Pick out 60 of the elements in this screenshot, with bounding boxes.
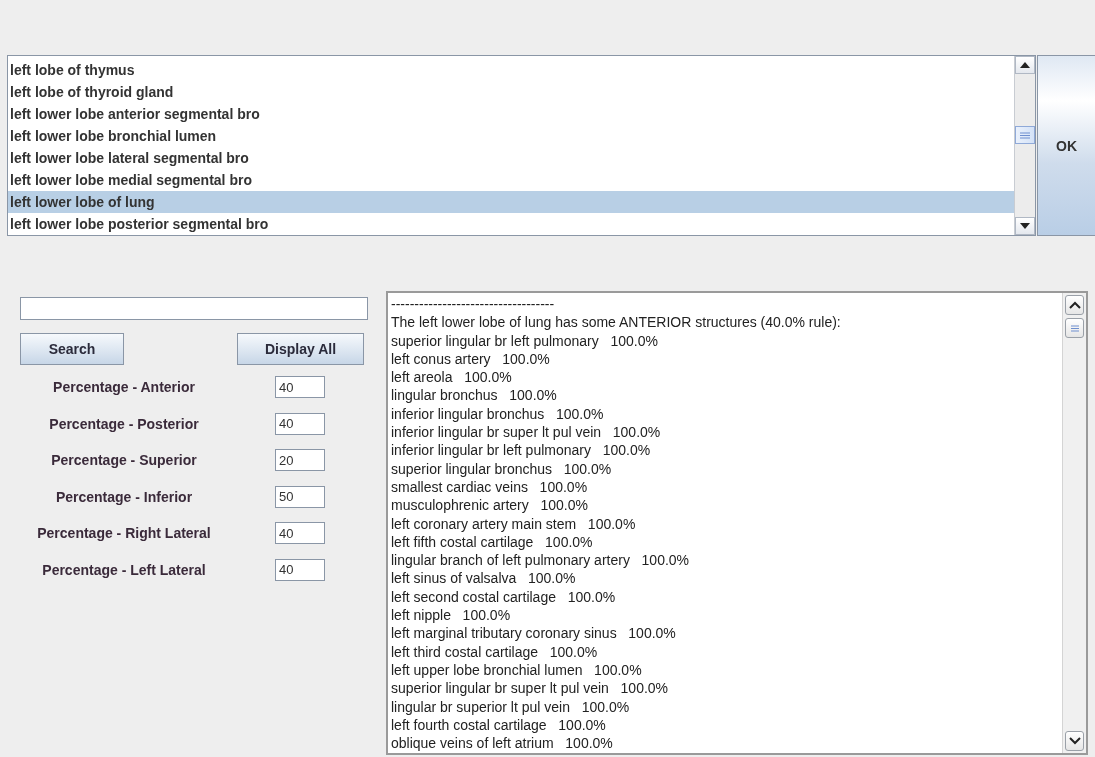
result-line: left conus artery 100.0% bbox=[391, 349, 551, 369]
percentage-field[interactable]: 40 bbox=[275, 558, 325, 581]
result-line: left upper lobe bronchial lumen 100.0% bbox=[391, 660, 643, 680]
result-line: superior lingular br left pulmonary 100.0% bbox=[391, 331, 659, 350]
structure-list[interactable] bbox=[7, 55, 1036, 236]
result-line: inferior lingular bronchus 100.0% bbox=[391, 404, 605, 424]
up-arrow-icon[interactable] bbox=[1020, 62, 1030, 68]
percentage-label: Percentage - Anterior bbox=[52, 379, 196, 395]
down-chevron-icon[interactable] bbox=[1068, 737, 1081, 745]
result-line: smallest cardiac veins 100.0% bbox=[391, 477, 589, 497]
percentage-field[interactable]: 50 bbox=[275, 485, 325, 508]
result-line: left marginal tributary coronary sinus 100.0% bbox=[391, 624, 677, 643]
scroll-thumb[interactable] bbox=[1015, 126, 1035, 144]
result-line: superior lingular bronchus 100.0% bbox=[391, 459, 613, 478]
percentage-label: Percentage - Inferior bbox=[54, 488, 194, 505]
list-item[interactable]: left lower lobe lateral segmental bro bbox=[8, 147, 1014, 169]
list-item[interactable]: left lower lobe bronchial lumen bbox=[8, 125, 1014, 147]
result-line: left third costal cartilage 100.0% bbox=[391, 642, 599, 661]
list-item[interactable]: left lobe of thyroid gland bbox=[8, 81, 1014, 103]
scrollbar[interactable] bbox=[1062, 293, 1086, 753]
result-line: lingular br superior lt pul vein 100.0% bbox=[391, 697, 631, 716]
scroll-thumb[interactable] bbox=[1065, 318, 1084, 338]
list-item[interactable]: left lobe of thymus bbox=[8, 59, 1014, 81]
percentage-label: Percentage - Posterior bbox=[48, 415, 200, 432]
result-line: left coronary artery main stem 100.0% bbox=[391, 514, 637, 533]
result-line: ----------------------------------- bbox=[391, 295, 556, 314]
list-item[interactable]: left lower lobe of lung bbox=[8, 191, 1014, 213]
up-chevron-icon[interactable] bbox=[1068, 301, 1081, 309]
search-field[interactable] bbox=[20, 297, 368, 320]
percentage-label: Percentage - Right Lateral bbox=[36, 525, 212, 542]
grip-icon bbox=[1019, 131, 1031, 139]
percentage-field[interactable]: 20 bbox=[275, 449, 325, 472]
list-item[interactable]: left lower lobe anterior segmental bro bbox=[8, 103, 1014, 125]
result-line: left nipple 100.0% bbox=[391, 606, 512, 625]
result-line: The left lower lobe of lung has some ANTERIOR structures (40.0% rule): bbox=[391, 313, 842, 332]
list-item[interactable]: left lower lobe posterior segmental bro bbox=[8, 213, 1014, 235]
result-line: oblique veins of left atrium 100.0% bbox=[391, 734, 614, 753]
result-line: lingular bronchus 100.0% bbox=[391, 386, 558, 405]
percentage-label: Percentage - Left Lateral bbox=[41, 561, 207, 578]
ok-button[interactable]: OK bbox=[1037, 55, 1095, 236]
result-line: left areola 100.0% bbox=[391, 368, 513, 387]
percentage-field[interactable]: 40 bbox=[275, 376, 325, 398]
result-line: left fourth costal cartilage 100.0% bbox=[391, 715, 607, 735]
result-line: inferior lingular br left pulmonary 100.0% bbox=[391, 441, 652, 460]
result-line: left second costal cartilage 100.0% bbox=[391, 587, 617, 607]
list-item[interactable]: left lower lobe medial segmental bro bbox=[8, 169, 1014, 191]
down-arrow-icon[interactable] bbox=[1020, 223, 1030, 229]
result-line: left sinus of valsalva 100.0% bbox=[391, 569, 577, 588]
percentage-label: Percentage - Superior bbox=[50, 452, 198, 469]
grip-icon bbox=[1069, 324, 1080, 332]
display-all-button[interactable]: Display All bbox=[237, 333, 364, 365]
result-line: musculophrenic artery 100.0% bbox=[391, 496, 589, 515]
search-button[interactable]: Search bbox=[20, 333, 124, 365]
percentage-field[interactable]: 40 bbox=[275, 522, 325, 545]
percentage-field[interactable]: 40 bbox=[275, 412, 325, 435]
result-line: superior lingular br super lt pul vein 100.0% bbox=[391, 679, 670, 698]
result-line: left fifth costal cartilage 100.0% bbox=[391, 532, 594, 552]
result-line: lingular branch of left pulmonary artery 100.0% bbox=[391, 551, 691, 570]
scrollbar[interactable] bbox=[1014, 56, 1035, 235]
result-line: inferior lingular br super lt pul vein 100.0% bbox=[391, 423, 662, 442]
